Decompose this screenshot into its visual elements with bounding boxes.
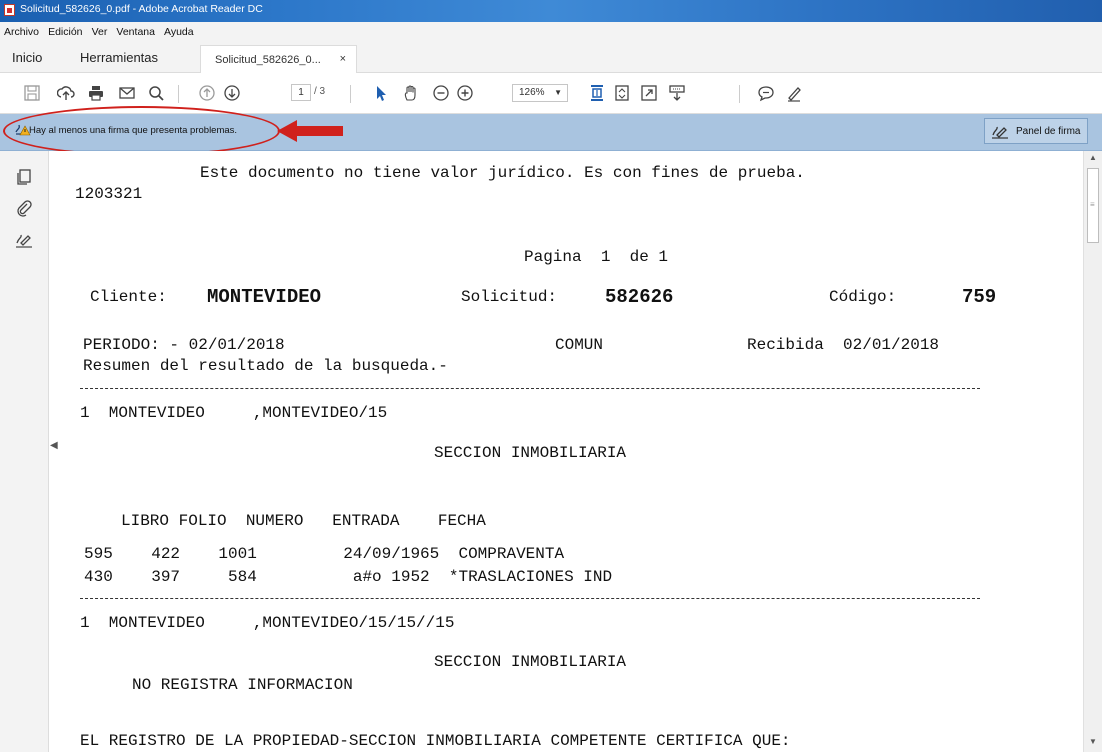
scroll-up-icon[interactable]: ▲ [1089, 153, 1097, 162]
page-view-icon[interactable] [612, 83, 632, 103]
signature-icon [991, 124, 1009, 140]
attachment-icon[interactable] [15, 199, 33, 217]
save-icon[interactable] [22, 83, 42, 103]
page-up-icon[interactable] [197, 83, 217, 103]
scroll-down-icon[interactable]: ▼ [1089, 737, 1097, 746]
vertical-scrollbar[interactable]: ▲ ≡ ▼ [1083, 151, 1102, 752]
red-arrow-annotation [277, 120, 343, 142]
certifica-text: EL REGISTRO DE LA PROPIEDAD-SECCION INMO… [80, 732, 791, 750]
close-tab-icon[interactable]: × [340, 53, 346, 65]
table-row: 430 397 584 a#o 1952 *TRASLACIONES IND [84, 568, 613, 586]
separator-line [80, 598, 980, 599]
sign-pen-icon[interactable] [784, 83, 804, 103]
tab-inicio[interactable]: Inicio [12, 50, 42, 65]
select-arrow-icon[interactable] [371, 83, 391, 103]
tab-document-label: Solicitud_582626_0... [215, 54, 321, 66]
email-icon[interactable] [117, 83, 137, 103]
zoom-select[interactable]: 126% ▼ [512, 84, 568, 102]
tab-document[interactable]: Solicitud_582626_0... × [200, 45, 357, 73]
page-indicator: Pagina 1 de 1 [524, 248, 669, 266]
window-title: Solicitud_582626_0.pdf - Adobe Acrobat R… [20, 3, 263, 15]
menu-edicion[interactable]: Edición [48, 22, 82, 42]
periodo-text: PERIODO: - 02/01/2018 [83, 336, 285, 354]
solicitud-value: 582626 [605, 286, 674, 308]
upload-icon[interactable] [56, 83, 76, 103]
cliente-label: Cliente: [90, 288, 167, 306]
seccion-heading-1: SECCION INMOBILIARIA [434, 444, 627, 462]
fit-page-icon[interactable] [587, 83, 607, 103]
page-total: / 3 [314, 86, 326, 97]
disclaimer-text: Este documento no tiene valor jurídico. … [200, 164, 805, 182]
acrobat-app-icon [4, 4, 15, 16]
scroll-grip-icon: ≡ [1090, 200, 1095, 209]
title-bar: Solicitud_582626_0.pdf - Adobe Acrobat R… [0, 0, 1102, 22]
signature-icon[interactable] [15, 231, 33, 249]
solicitud-label: Solicitud: [461, 288, 558, 306]
signature-panel-label: Panel de firma [1016, 126, 1081, 137]
entry-line-2: 1 MONTEVIDEO ,MONTEVIDEO/15/15//15 [80, 614, 455, 632]
search-icon[interactable] [146, 83, 166, 103]
toolbar-separator [178, 85, 179, 103]
page-number-input[interactable]: 1 [291, 84, 311, 101]
table-row: 595 422 1001 24/09/1965 COMPRAVENTA [84, 545, 565, 563]
chevron-down-icon: ▼ [554, 88, 562, 97]
menu-ayuda[interactable]: Ayuda [164, 22, 194, 42]
left-navigation-panel [0, 151, 49, 752]
no-registra-text: NO REGISTRA INFORMACION [132, 676, 353, 694]
toolbar-separator [350, 85, 351, 103]
pdf-document-page: Este documento no tiene valor jurídico. … [58, 151, 1080, 752]
zoom-out-icon[interactable] [431, 83, 451, 103]
scroll-mode-icon[interactable] [667, 83, 687, 103]
signature-panel-button[interactable]: Panel de firma [984, 118, 1088, 144]
menu-ver[interactable]: Ver [92, 22, 108, 42]
hand-icon[interactable] [401, 83, 421, 103]
separator-line [80, 388, 980, 389]
thumbnails-icon[interactable] [15, 168, 33, 186]
codigo-value: 759 [962, 286, 997, 308]
menu-ventana[interactable]: Ventana [116, 22, 155, 42]
zoom-in-icon[interactable] [455, 83, 475, 103]
codigo-label: Código: [829, 288, 897, 306]
table-header: LIBRO FOLIO NUMERO ENTRADA FECHA [121, 512, 486, 530]
tab-bar: Inicio Herramientas Solicitud_582626_0..… [0, 42, 1102, 73]
highlight-oval-annotation [3, 106, 280, 156]
print-icon[interactable] [86, 83, 106, 103]
zoom-value: 126% [519, 87, 545, 98]
entry-line-1: 1 MONTEVIDEO ,MONTEVIDEO/15 [80, 404, 388, 422]
recibida-text: Recibida 02/01/2018 [747, 336, 940, 354]
resumen-text: Resumen del resultado de la busqueda.- [83, 357, 448, 375]
toolbar-separator [739, 85, 740, 103]
seccion-heading-2: SECCION INMOBILIARIA [434, 653, 627, 671]
tab-herramientas[interactable]: Herramientas [80, 50, 158, 65]
menu-bar: Archivo Edición Ver Ventana Ayuda [0, 22, 1102, 42]
comment-icon[interactable] [756, 83, 776, 103]
collapse-panel-icon[interactable]: ◀ [50, 440, 58, 451]
menu-archivo[interactable]: Archivo [4, 22, 39, 42]
cliente-value: MONTEVIDEO [207, 286, 322, 308]
full-screen-icon[interactable] [639, 83, 659, 103]
page-down-icon[interactable] [222, 83, 242, 103]
comun-text: COMUN [555, 336, 604, 354]
document-id: 1203321 [75, 185, 143, 203]
